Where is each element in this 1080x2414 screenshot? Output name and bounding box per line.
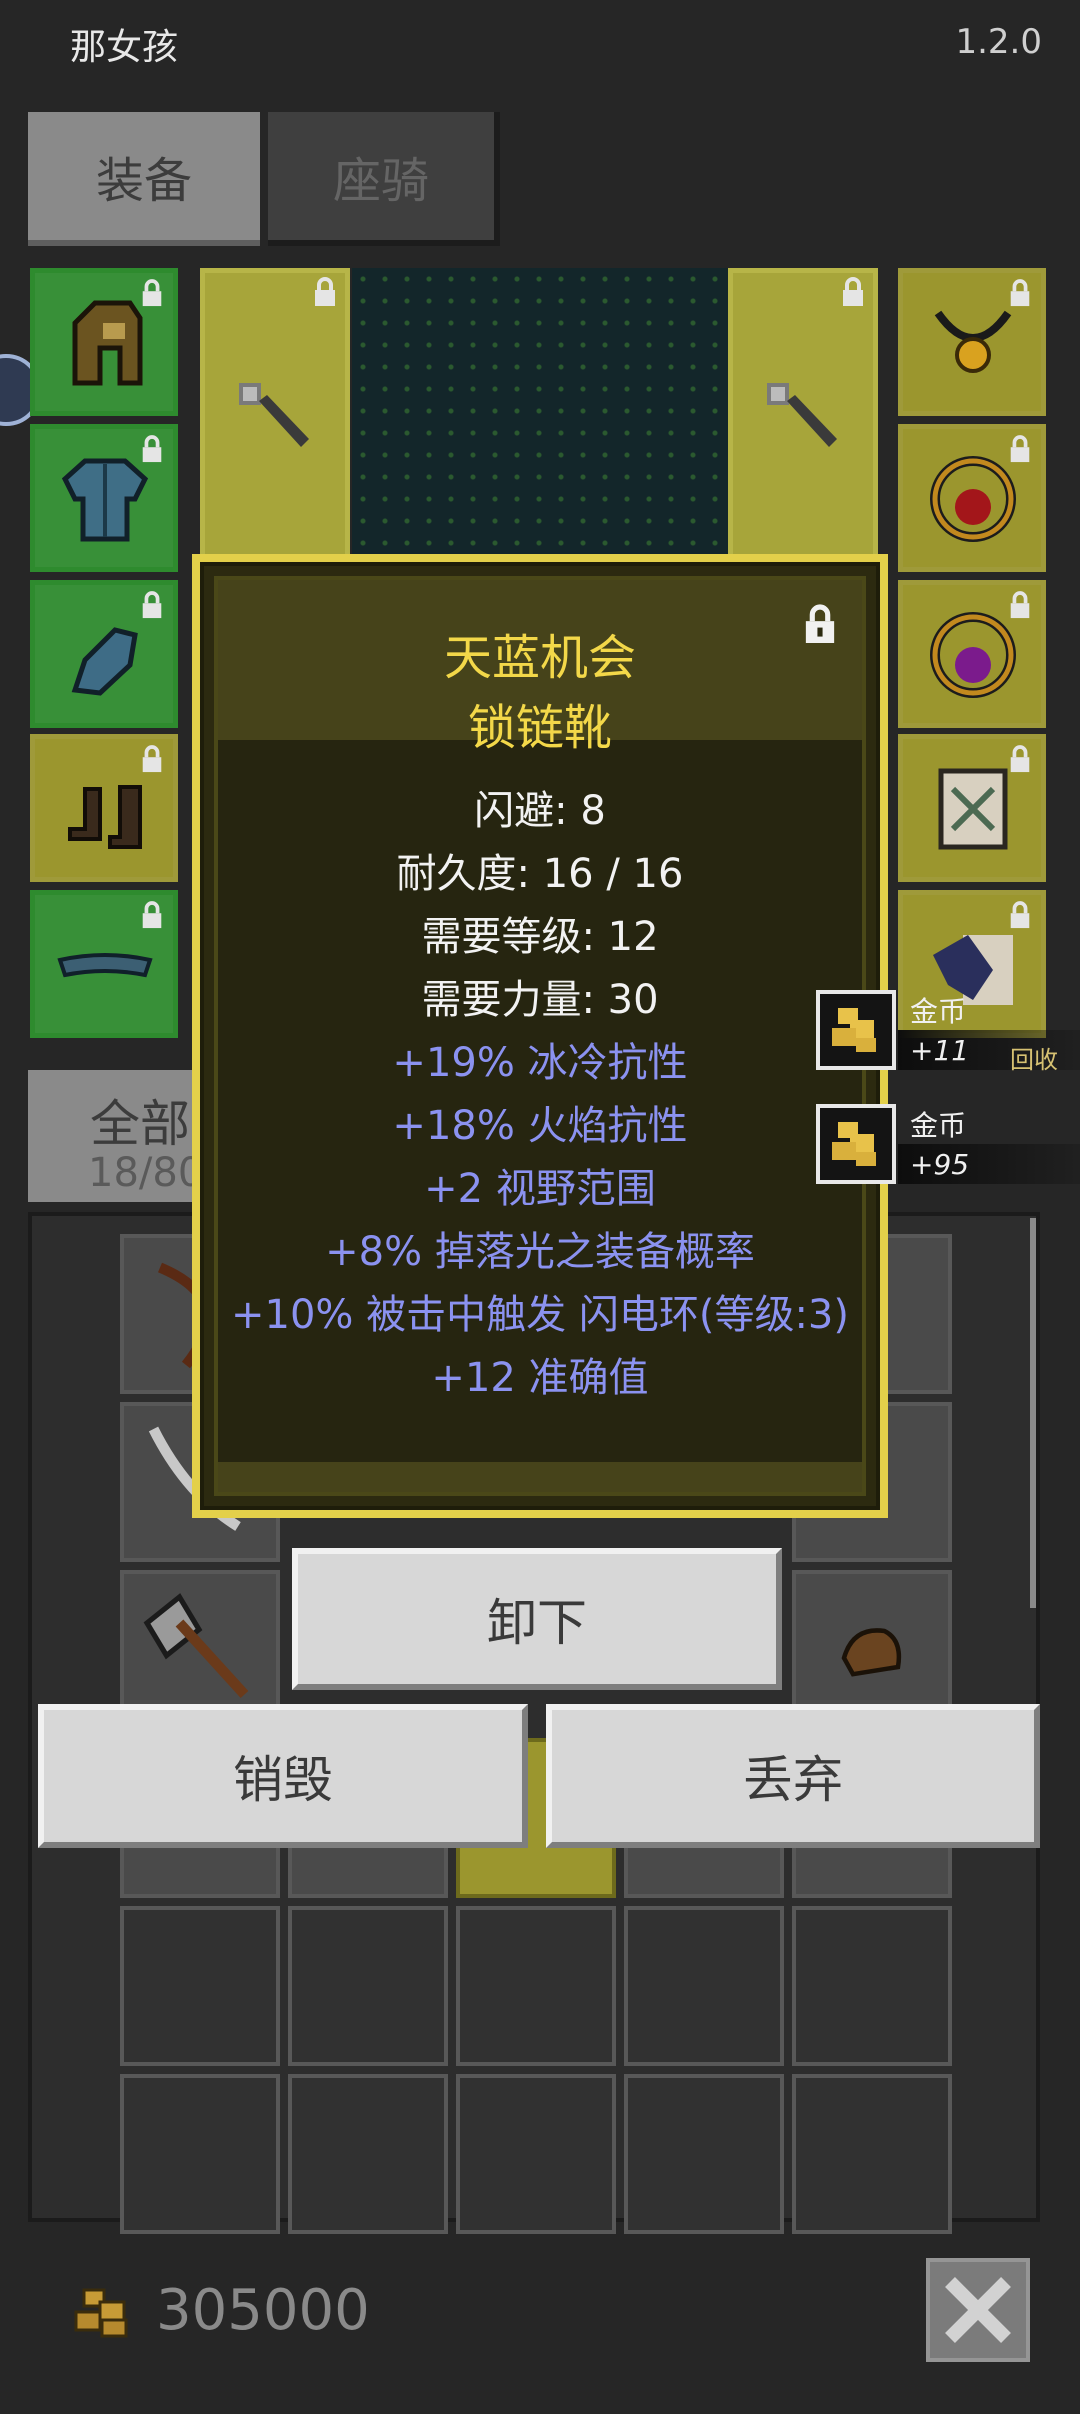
gold-notification: 金币 +95: [816, 1104, 1080, 1190]
inventory-cell[interactable]: [456, 1906, 616, 2066]
tab-equipment[interactable]: 装备: [28, 112, 260, 246]
stat-line: 耐久度: 16 / 16: [396, 851, 684, 897]
gold-coins-icon: [816, 1104, 896, 1184]
recycle-label: 回收: [1010, 1046, 1058, 1074]
notification-amount: +95: [910, 1148, 970, 1181]
ring-slot-2[interactable]: [898, 580, 1046, 728]
affix-line: +8% 掉落光之装备概率: [325, 1229, 755, 1275]
stat-line: 需要力量: 30: [421, 977, 659, 1023]
item-stats: 闪避: 8 耐久度: 16 / 16 需要等级: 12 需要力量: 30 +19…: [218, 780, 862, 1410]
boots-slot[interactable]: [30, 734, 178, 882]
inventory-cell[interactable]: [120, 1906, 280, 2066]
inventory-count: 18/80: [88, 1150, 204, 1196]
close-button[interactable]: [926, 2258, 1030, 2362]
affix-line: +18% 火焰抗性: [392, 1103, 688, 1149]
gold-coins-icon: [816, 990, 896, 1070]
lock-icon: [843, 277, 863, 306]
item-type: 锁链靴: [467, 700, 612, 756]
charm-slot[interactable]: [898, 734, 1046, 882]
notification-amount: +11: [910, 1034, 970, 1067]
lock-icon: [1010, 279, 1030, 307]
affix-line: +10% 被击中触发 闪电环(等级:3): [231, 1292, 849, 1338]
tooltip-footer: [218, 1462, 862, 1492]
inventory-cell[interactable]: [792, 2074, 952, 2234]
lock-icon: [1010, 745, 1030, 773]
close-x-icon: [945, 2277, 1011, 2343]
item-name: 天蓝机会: [443, 630, 636, 686]
inventory-cell[interactable]: [624, 2074, 784, 2234]
inventory-cell[interactable]: [120, 2074, 280, 2234]
character-name: 那女孩: [70, 27, 179, 68]
lock-icon: [142, 591, 162, 619]
gold-amount: 305000: [156, 2278, 370, 2343]
lock-icon: [1010, 901, 1030, 929]
gloves-slot[interactable]: [30, 580, 178, 728]
weapon-slot-left[interactable]: [200, 268, 350, 568]
stat-line: 闪避: 8: [474, 788, 606, 834]
item-tooltip: 天蓝机会 锁链靴 闪避: 8 耐久度: 16 / 16 需要等级: 12 需要力…: [192, 554, 888, 1518]
affix-line: +19% 冰冷抗性: [392, 1040, 688, 1086]
filter-tab-label: 全部: [90, 1095, 190, 1153]
amulet-slot[interactable]: [898, 268, 1046, 416]
stat-line: 需要等级: 12: [421, 914, 659, 960]
lock-icon: [142, 435, 162, 463]
lock-icon: [142, 279, 162, 307]
version-label: 1.2.0: [955, 22, 1042, 62]
destroy-button[interactable]: 销毁: [38, 1704, 528, 1848]
character-scene: [352, 268, 728, 568]
unequip-button[interactable]: 卸下: [292, 1548, 782, 1690]
drop-button[interactable]: 丢弃: [546, 1704, 1040, 1848]
inventory-cell[interactable]: [624, 1906, 784, 2066]
lock-toggle-icon[interactable]: [802, 604, 838, 646]
filter-tab-all[interactable]: 全部 18/80: [28, 1070, 204, 1202]
helmet-slot[interactable]: [30, 268, 178, 416]
leather-item-icon: [841, 1628, 902, 1677]
inventory-cell[interactable]: [288, 2074, 448, 2234]
mace-icon: [767, 383, 837, 447]
notification-item-name: 金币: [910, 995, 967, 1028]
tooltip-body: 天蓝机会 锁链靴 闪避: 8 耐久度: 16 / 16 需要等级: 12 需要力…: [214, 576, 866, 1496]
gold-coins-icon: [74, 2288, 128, 2338]
lock-icon: [1010, 591, 1030, 619]
affix-line: +12 准确值: [431, 1355, 649, 1401]
weapon-slot-right[interactable]: [728, 268, 878, 568]
inventory-cell[interactable]: [792, 1906, 952, 2066]
inventory-cell[interactable]: [288, 1906, 448, 2066]
lock-icon: [142, 901, 162, 929]
belt-slot[interactable]: [30, 890, 178, 1038]
inventory-scrollbar[interactable]: [1030, 1218, 1036, 1608]
ring-slot-1[interactable]: [898, 424, 1046, 572]
armor-slot[interactable]: [30, 424, 178, 572]
affix-line: +2 视野范围: [424, 1166, 656, 1212]
lock-icon: [1010, 435, 1030, 463]
tab-mount[interactable]: 座骑: [268, 112, 500, 246]
notification-item-name: 金币: [910, 1109, 967, 1142]
axe-icon: [143, 1593, 249, 1698]
lock-icon: [315, 277, 335, 306]
inventory-cell[interactable]: [456, 2074, 616, 2234]
mace-icon: [239, 383, 309, 447]
lock-icon: [142, 745, 162, 773]
